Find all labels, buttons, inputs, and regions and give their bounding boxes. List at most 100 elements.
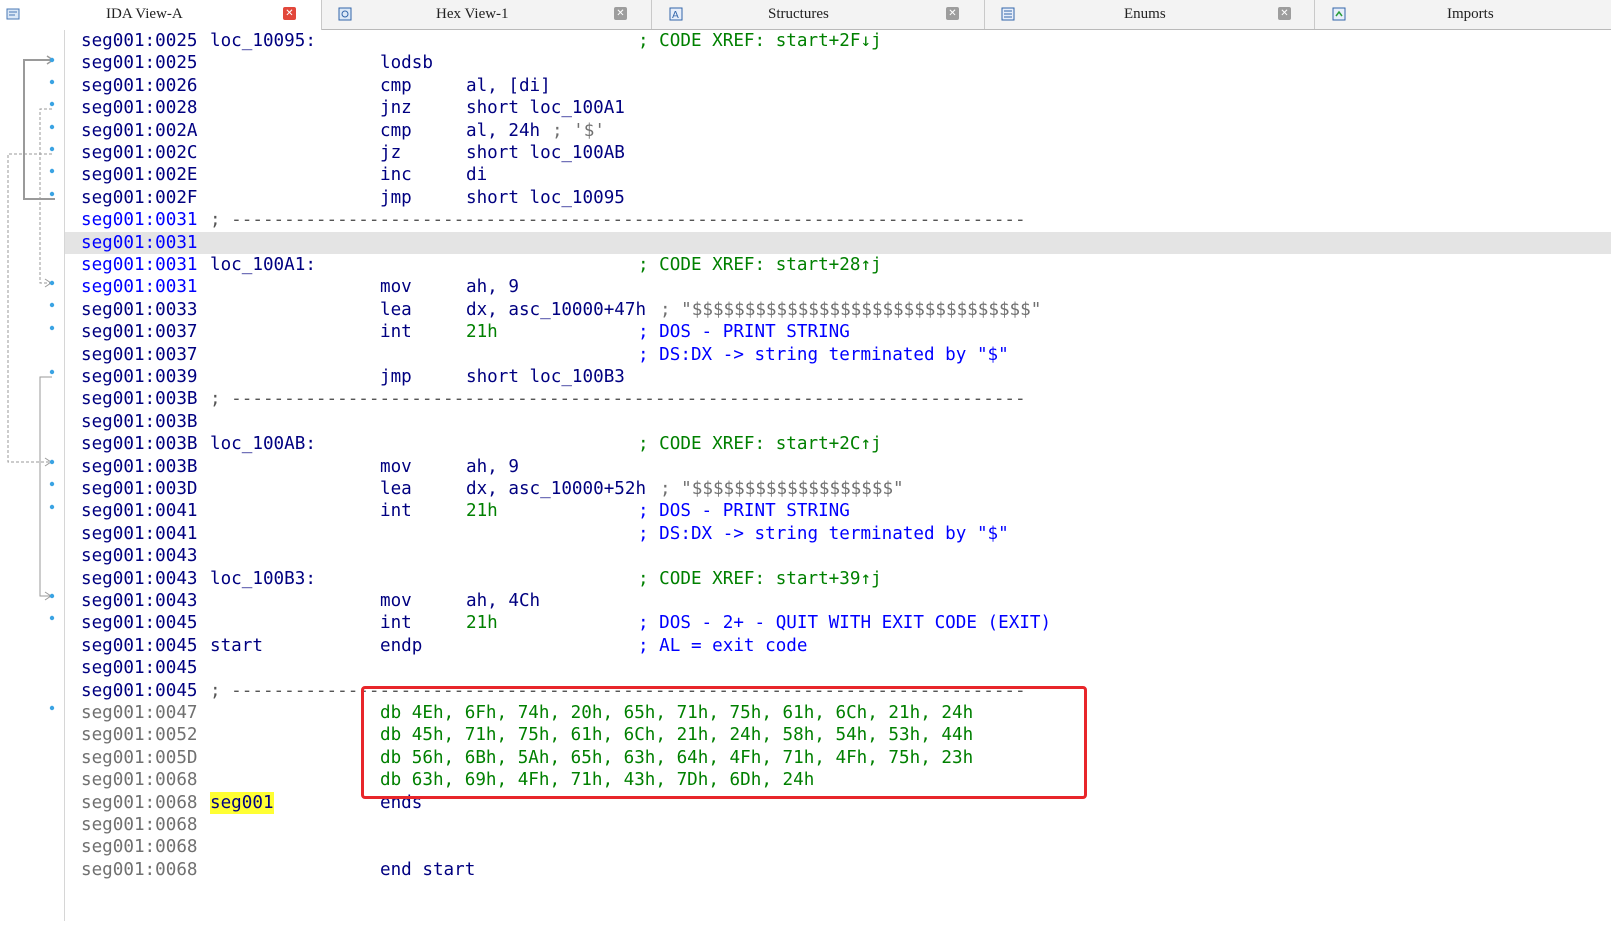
highlight-annotation-box xyxy=(361,686,1087,799)
close-icon[interactable]: ✕ xyxy=(283,7,296,20)
address: seg001:0043 xyxy=(81,546,198,566)
operands: di xyxy=(466,165,488,185)
operands[interactable]: dx, asc_10000+52h xyxy=(466,478,646,500)
address: seg001:002F xyxy=(81,188,198,208)
address: seg001:005D xyxy=(81,748,198,768)
jump-target[interactable]: short loc_100B3 xyxy=(466,366,625,388)
code-line[interactable]: seg001:0045 xyxy=(65,657,1611,679)
address: seg001:0045 xyxy=(81,658,198,678)
label[interactable]: loc_10095: xyxy=(210,30,316,52)
code-line[interactable]: seg001:0037 ; DS:DX -> string terminated… xyxy=(65,344,1611,366)
address: seg001:0068 xyxy=(81,770,198,790)
xref-comment[interactable]: ; CODE XREF: start+2F↓j xyxy=(638,30,882,52)
dos-comment: ; DOS - 2+ - QUIT WITH EXIT CODE (EXIT) xyxy=(638,613,1052,633)
address: seg001:0033 xyxy=(81,300,198,320)
address: seg001:0031 xyxy=(81,210,198,230)
mnemonic: cmp xyxy=(380,121,412,141)
separator-line[interactable]: seg001:003B ; --------------------------… xyxy=(65,388,1611,410)
code-line[interactable]: seg001:0068 xyxy=(65,836,1611,858)
close-icon[interactable]: ✕ xyxy=(614,7,627,20)
tab-structures[interactable]: A Structures ✕ xyxy=(652,0,985,29)
address: seg001:0025 xyxy=(81,31,198,51)
address: seg001:0031 xyxy=(81,277,198,297)
separator: ; --------------------------------------… xyxy=(210,389,1026,409)
code-line[interactable]: seg001:003B loc_100AB: ; CODE XREF: star… xyxy=(65,433,1611,455)
flow-dots xyxy=(49,57,55,711)
xref-comment[interactable]: ; CODE XREF: start+2C↑j xyxy=(638,433,882,455)
code-line[interactable]: seg001:0041 int 21h ; DOS - PRINT STRING xyxy=(65,500,1611,522)
segment-name[interactable]: seg001 xyxy=(210,792,274,814)
enums-icon xyxy=(1001,7,1015,21)
xref-comment[interactable]: ; CODE XREF: start+39↑j xyxy=(638,568,882,590)
address: seg001:0043 xyxy=(81,569,198,589)
operands: 21h xyxy=(466,501,498,521)
code-line[interactable]: seg001:0043 xyxy=(65,545,1611,567)
address: seg001:0045 xyxy=(81,681,198,701)
address: seg001:0068 xyxy=(81,793,198,813)
mnemonic: int xyxy=(380,501,412,521)
operand-comment: ; '$' xyxy=(552,121,605,141)
mnemonic: cmp xyxy=(380,76,412,96)
address: seg001:0037 xyxy=(81,322,198,342)
code-line[interactable]: seg001:0045 start endp ; AL = exit code xyxy=(65,635,1611,657)
operands[interactable]: dx, asc_10000+47h xyxy=(466,299,646,321)
mnemonic: jz xyxy=(380,143,402,163)
jump-target[interactable]: short loc_10095 xyxy=(466,187,625,209)
code-line[interactable]: seg001:0068 end start xyxy=(65,859,1611,881)
code-line[interactable]: seg001:003D lea dx, asc_10000+52h ; "$$$… xyxy=(65,478,1611,500)
mnemonic: endp xyxy=(380,636,423,656)
code-line[interactable]: seg001:003B mov ah, 9 xyxy=(65,456,1611,478)
tab-label: Imports xyxy=(1447,6,1494,22)
code-line[interactable]: seg001:0025 lodsb xyxy=(65,52,1611,74)
code-line[interactable]: seg001:0028 jnz short loc_100A1 xyxy=(65,97,1611,119)
code-line[interactable]: seg001:002C jz short loc_100AB xyxy=(65,142,1611,164)
address: seg001:003B xyxy=(81,457,198,477)
ida-view-icon xyxy=(6,7,20,21)
mnemonic: mov xyxy=(380,591,412,611)
code-line[interactable]: seg001:0043 loc_100B3: ; CODE XREF: star… xyxy=(65,568,1611,590)
address: seg001:002C xyxy=(81,143,198,163)
tab-imports[interactable]: Imports xyxy=(1315,0,1611,29)
label[interactable]: loc_100A1: xyxy=(210,254,316,276)
code-line[interactable]: seg001:0068 xyxy=(65,814,1611,836)
code-line[interactable]: seg001:0031 loc_100A1: ; CODE XREF: star… xyxy=(65,254,1611,276)
address: seg001:003B xyxy=(81,412,198,432)
mnemonic: int xyxy=(380,613,412,633)
code-line[interactable]: seg001:0026 cmp al, [di] xyxy=(65,75,1611,97)
code-line[interactable]: seg001:0043 mov ah, 4Ch xyxy=(65,590,1611,612)
code-line[interactable]: seg001:0031 mov ah, 9 xyxy=(65,276,1611,298)
label[interactable]: start xyxy=(210,635,263,657)
hex-view-icon xyxy=(338,7,352,21)
tab-hex-view-1[interactable]: Hex View-1 ✕ xyxy=(322,0,652,29)
label[interactable]: loc_100B3: xyxy=(210,568,316,590)
code-line[interactable]: seg001:0041 ; DS:DX -> string terminated… xyxy=(65,523,1611,545)
close-icon[interactable]: ✕ xyxy=(1278,7,1291,20)
separator-line[interactable]: seg001:0031 ; --------------------------… xyxy=(65,209,1611,231)
jump-target[interactable]: short loc_100A1 xyxy=(466,97,625,119)
code-line[interactable]: seg001:003B xyxy=(65,411,1611,433)
code-line[interactable]: seg001:0045 int 21h ; DOS - 2+ - QUIT WI… xyxy=(65,612,1611,634)
code-line[interactable]: seg001:0037 int 21h ; DOS - PRINT STRING xyxy=(65,321,1611,343)
label[interactable]: loc_100AB: xyxy=(210,433,316,455)
code-line-current[interactable]: seg001:0031 xyxy=(65,232,1611,254)
address: seg001:0041 xyxy=(81,524,198,544)
tab-bar: IDA View-A ✕ Hex View-1 ✕ A Structures ✕… xyxy=(0,0,1611,30)
code-line[interactable]: seg001:002A cmp al, 24h ; '$' xyxy=(65,120,1611,142)
close-icon[interactable]: ✕ xyxy=(946,7,959,20)
xref-comment[interactable]: ; CODE XREF: start+28↑j xyxy=(638,254,882,276)
code-line[interactable]: seg001:0033 lea dx, asc_10000+47h ; "$$$… xyxy=(65,299,1611,321)
jump-target[interactable]: short loc_100AB xyxy=(466,142,625,164)
address: seg001:0068 xyxy=(81,837,198,857)
address: seg001:0045 xyxy=(81,613,198,633)
mnemonic: inc xyxy=(380,165,412,185)
mnemonic: lea xyxy=(380,300,412,320)
tab-ida-view-a[interactable]: IDA View-A ✕ xyxy=(0,0,322,30)
operands: al, 24h xyxy=(466,121,541,141)
code-line[interactable]: seg001:002E inc di xyxy=(65,164,1611,186)
tab-enums[interactable]: Enums ✕ xyxy=(985,0,1315,29)
mnemonic: mov xyxy=(380,277,412,297)
dos-comment: ; DS:DX -> string terminated by "$" xyxy=(638,345,1009,365)
code-line[interactable]: seg001:002F jmp short loc_10095 xyxy=(65,187,1611,209)
code-line[interactable]: seg001:0039 jmp short loc_100B3 xyxy=(65,366,1611,388)
code-line[interactable]: seg001:0025 loc_10095: ; CODE XREF: star… xyxy=(65,30,1611,52)
